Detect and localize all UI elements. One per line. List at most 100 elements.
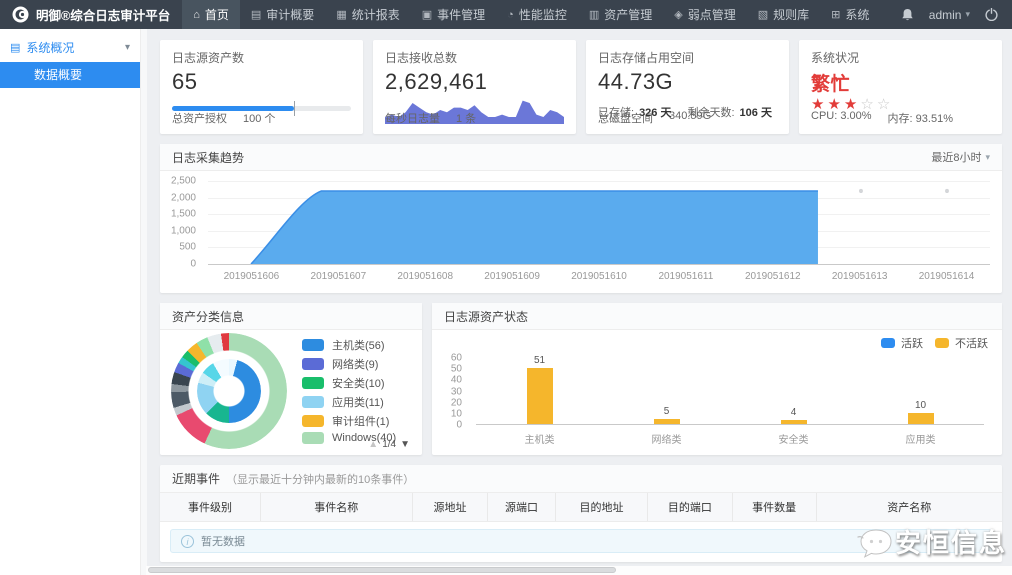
footer-value: 1 条	[456, 110, 476, 126]
legend-item: 应用类(11)	[302, 394, 396, 410]
legend-item: 活跃	[881, 335, 923, 351]
legend-color-chip	[935, 338, 949, 348]
stat-card-system-status: 系统状况 繁忙 ★★★☆☆ CPU: 3.00% 内存: 93.51%	[799, 40, 1002, 134]
x-tick-label: 2019051614	[919, 271, 975, 282]
panel-title: 资产分类信息	[172, 308, 244, 325]
nav-item-icon: ▣	[422, 8, 432, 21]
nav-item-icon: ◈	[674, 8, 682, 21]
footer-label: 总资产授权	[172, 110, 227, 126]
nav-item-8[interactable]: ▧规则库	[747, 0, 820, 29]
sidebar-scrollbar[interactable]	[140, 29, 147, 575]
x-tick-label: 安全类	[779, 431, 809, 446]
empty-state-text: 暂无数据	[201, 533, 245, 549]
y-tick-label: 40	[451, 375, 462, 386]
nav-item-label: 弱点管理	[688, 6, 736, 23]
nav-item-6[interactable]: ▥资产管理	[578, 0, 663, 29]
memory-label: 内存:	[888, 113, 913, 125]
x-tick-label: 2019051606	[224, 271, 280, 282]
footer-label: 总磁盘空间	[598, 110, 653, 126]
legend-item: 主机类(56)	[302, 337, 396, 353]
log-source-status-panel: 日志源资产状态 活跃不活跃 6050403020100 515410 主机类网络…	[432, 303, 1002, 455]
sidebar: ▤ 系统概况 ▾ 数据概要	[0, 29, 140, 575]
nav-item-7[interactable]: ◈ 弱点管理	[663, 0, 746, 29]
time-range-selector[interactable]: 最近8小时 ▾	[931, 149, 990, 165]
watermark-logo-icon	[856, 525, 894, 559]
log-trend-panel: 日志采集趋势 最近8小时 ▾ 2,5002,0001,5001,0005000 …	[160, 144, 1002, 293]
nav-item-9[interactable]: ⊞ 系统	[820, 0, 880, 29]
info-icon: i	[181, 535, 194, 548]
panel-title: 近期事件	[172, 470, 220, 487]
nav-item-label: 事件管理	[437, 6, 485, 23]
user-menu[interactable]: admin ▾	[929, 8, 970, 22]
card-title: 日志源资产数	[172, 49, 351, 66]
nav-item-1[interactable]: ⌂首页	[182, 0, 240, 29]
legend-color-chip	[302, 396, 324, 408]
memory-value: 93.51%	[916, 113, 953, 125]
legend-color-chip	[302, 432, 324, 444]
bar-value-label: 51	[534, 355, 545, 366]
legend-item: 审计组件(1)	[302, 413, 396, 429]
sidebar-item-data-overview[interactable]: 数据概要	[0, 62, 140, 88]
panel-title: 日志采集趋势	[172, 149, 244, 166]
trend-plot	[208, 181, 990, 264]
footer-label: 每秒日志量	[385, 110, 440, 126]
bar	[527, 368, 553, 424]
notification-bell-icon[interactable]	[901, 8, 914, 22]
legend-color-chip	[302, 339, 324, 351]
card-title: 日志存储占用空间	[598, 49, 777, 66]
system-status-value: 繁忙	[811, 69, 990, 96]
x-tick-label: 网络类	[652, 431, 682, 446]
sidebar-group-system-overview[interactable]: ▤ 系统概况 ▾	[0, 34, 140, 60]
horizontal-scrollbar-thumb[interactable]	[148, 567, 616, 573]
trend-y-axis: 2,5002,0001,5001,0005000	[160, 181, 202, 264]
bar-plot: 515410	[476, 358, 984, 425]
nav-item-icon: ⊞	[831, 8, 840, 21]
nav-item-icon: ▧	[758, 8, 768, 21]
nav-item-3[interactable]: ▦统计报表	[325, 0, 410, 29]
column-header: 事件级别	[160, 493, 261, 521]
nav-item-label: 审计概要	[266, 6, 314, 23]
gridline	[208, 264, 990, 265]
stat-card-log-total: 日志接收总数 2,629,461 每秒日志量 1 条	[373, 40, 576, 134]
brand: 明御®综合日志审计平台	[0, 5, 182, 24]
column-header: 源端口	[488, 493, 555, 521]
app-title: 明御®综合日志审计平台	[36, 5, 170, 24]
trend-area-chart	[208, 181, 990, 264]
y-tick-label: 2,500	[171, 176, 196, 187]
y-tick-label: 20	[451, 397, 462, 408]
legend-item: 不活跃	[935, 335, 988, 351]
watermark: 安恒信息	[856, 523, 1007, 560]
stat-card-storage: 日志存储占用空间 44.73G 已存储: 326 天 剩余天数: 106 天 总…	[586, 40, 789, 134]
x-tick-label: 主机类	[525, 431, 555, 446]
asset-donut-chart	[168, 333, 292, 449]
legend-color-chip	[881, 338, 895, 348]
app-logo-icon	[12, 6, 29, 23]
y-tick-label: 500	[179, 242, 196, 253]
legend-label: 安全类(10)	[332, 375, 385, 391]
x-tick-label: 2019051609	[484, 271, 540, 282]
card-value: 65	[172, 69, 351, 95]
y-tick-label: 0	[190, 259, 196, 270]
nav-item-2[interactable]: ▤审计概要	[240, 0, 325, 29]
events-table-header: 事件级别事件名称源地址源端口目的地址目的端口事件数量资产名称	[160, 493, 1002, 522]
logout-power-icon[interactable]	[985, 8, 998, 21]
bar-legend: 活跃不活跃	[881, 335, 988, 351]
trend-x-axis: 2019051606201905160720190516082019051609…	[208, 271, 990, 284]
nav-item-label: 性能监控	[519, 6, 567, 23]
nav-item-5[interactable]: ◔性能监控	[496, 0, 578, 29]
bar-x-axis: 主机类 网络类 安全类 应用类	[476, 431, 984, 444]
y-tick-label: 1,000	[171, 225, 196, 236]
nav-menu: ⌂首页▤审计概要▦统计报表 ▣ 事件管理 ◔性能监控▥资产管理 ◈ 弱点管理 ▧规则库 ⊞ 系统	[182, 0, 880, 29]
horizontal-scrollbar-track[interactable]	[146, 566, 1012, 575]
nav-item-icon: ▥	[589, 8, 599, 21]
y-tick-label: 50	[451, 364, 462, 375]
legend-color-chip	[302, 377, 324, 389]
x-tick-label: 应用类	[906, 431, 936, 446]
legend-page-down-icon[interactable]: ▼	[400, 439, 410, 450]
nav-item-label: 首页	[205, 6, 229, 23]
legend-page-up-icon[interactable]: ▲	[368, 439, 378, 450]
nav-item-label: 系统	[845, 6, 869, 23]
username: admin	[929, 8, 962, 22]
nav-item-4[interactable]: ▣ 事件管理	[411, 0, 496, 29]
bar	[908, 413, 934, 424]
